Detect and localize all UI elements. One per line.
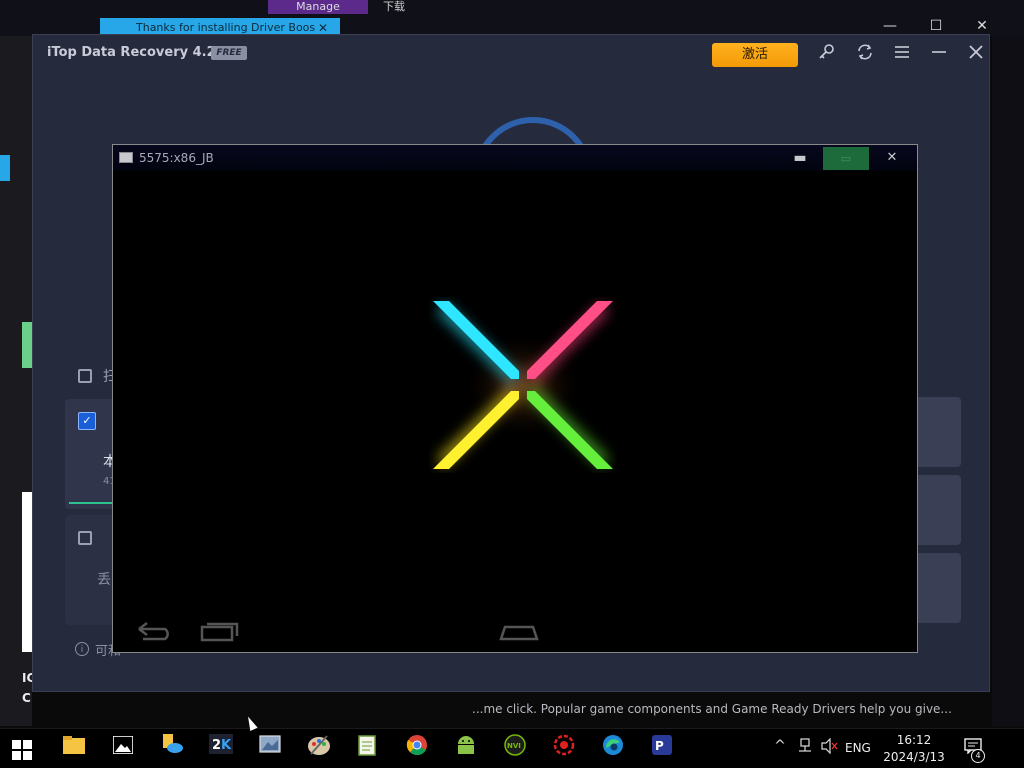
chrome-icon[interactable] — [399, 734, 435, 764]
svg-text:2: 2 — [212, 738, 221, 753]
background-maximize-button[interactable]: ☐ — [916, 16, 956, 36]
file-explorer-icon[interactable] — [56, 734, 92, 764]
option-1-checkbox[interactable]: ✓ — [78, 412, 96, 430]
itop-free-badge: FREE — [211, 46, 247, 60]
svg-text:NVI: NVI — [507, 742, 521, 750]
emulator-minimize-button[interactable]: ▬ — [785, 147, 815, 169]
notification-count-badge: 4 — [971, 749, 985, 763]
emulator-window: 5575:x86_JB ▬ ▭ ✕ — [112, 144, 918, 653]
right-option-card-2[interactable] — [913, 475, 961, 545]
emulator-close-button[interactable]: ✕ — [877, 147, 907, 169]
svg-text:P: P — [655, 739, 664, 753]
emulator-titlebar: 5575:x86_JB ▬ ▭ ✕ — [113, 145, 917, 171]
volume-muted-icon[interactable] — [818, 737, 840, 758]
taskbar: 2K NVI P ^ ENG 16:12 2024/3/13 4 — [0, 728, 1024, 768]
svg-text:K: K — [221, 738, 232, 753]
menu-icon[interactable] — [889, 43, 915, 67]
background-accent-blue — [0, 155, 10, 181]
background-tab-download[interactable]: 下载 — [383, 0, 423, 14]
refresh-icon[interactable] — [852, 43, 878, 67]
background-bottom-text: ...me click. Popular game components and… — [472, 702, 952, 716]
tray-overflow-chevron-up-icon[interactable]: ^ — [770, 738, 790, 758]
background-accent-green — [22, 322, 32, 368]
background-right-panel — [992, 36, 1024, 726]
minimize-icon[interactable] — [926, 43, 952, 67]
app-window-icon — [119, 152, 133, 163]
windows-start-icon[interactable] — [12, 740, 32, 760]
paint-icon[interactable] — [301, 734, 337, 764]
right-option-card-3[interactable] — [913, 553, 961, 623]
background-minimize-button[interactable]: — — [870, 16, 910, 36]
notepad-icon[interactable] — [350, 734, 386, 764]
android-boot-logo-icon — [433, 301, 613, 469]
emulator-maximize-button[interactable]: ▭ — [823, 147, 869, 170]
activate-button[interactable]: 激活 — [712, 43, 798, 67]
background-close-button[interactable]: ✕ — [962, 16, 1002, 36]
clock-time[interactable]: 16:12 — [884, 732, 944, 748]
info-icon: i — [75, 642, 89, 656]
itop-title: iTop Data Recovery 4.2 — [47, 45, 216, 60]
home-icon[interactable] — [497, 619, 541, 643]
back-icon[interactable] — [135, 619, 175, 643]
option-2-checkbox[interactable] — [78, 531, 92, 545]
nvidia-icon[interactable]: NVI — [497, 734, 533, 764]
select-all-checkbox[interactable] — [78, 369, 92, 383]
emulator-title: 5575:x86_JB — [139, 151, 214, 165]
settings-icon[interactable] — [546, 734, 582, 764]
remote-icon[interactable]: P — [644, 734, 680, 764]
onedrive-icon[interactable] — [154, 734, 190, 764]
photos-icon[interactable] — [105, 734, 141, 764]
background-tab-manage[interactable]: Manage — [268, 0, 368, 14]
option-2-title: 丢 — [97, 572, 111, 588]
input-language[interactable]: ENG — [845, 741, 871, 755]
recent-apps-icon[interactable] — [199, 619, 239, 643]
key-icon[interactable] — [814, 43, 840, 67]
clock-date[interactable]: 2024/3/13 — [878, 749, 950, 765]
edge-icon[interactable] — [595, 734, 631, 764]
image-viewer-icon[interactable] — [252, 734, 288, 764]
background-white-block — [22, 492, 32, 652]
close-icon[interactable] — [963, 43, 989, 67]
right-option-card-1[interactable] — [913, 397, 961, 467]
android-icon[interactable] — [448, 734, 484, 764]
network-icon[interactable] — [795, 738, 815, 758]
2k-icon[interactable]: 2K — [203, 734, 239, 764]
